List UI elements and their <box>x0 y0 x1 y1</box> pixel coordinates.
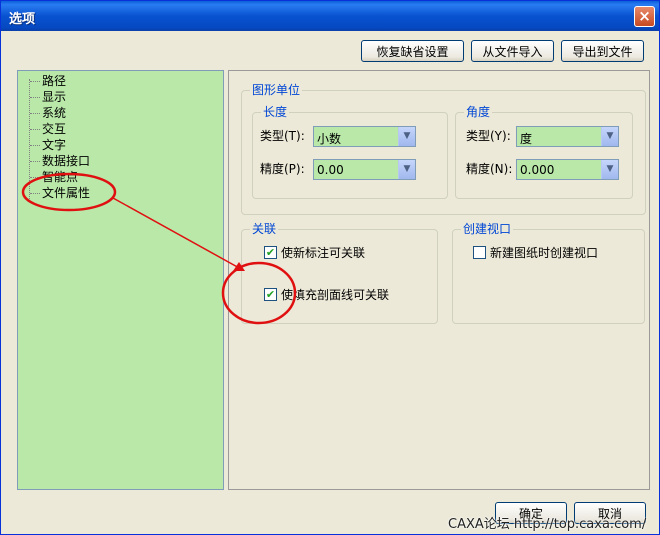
angle-legend: 角度 <box>464 105 493 119</box>
association-group: 关联 ✔ 使新标注可关联 ✔ 使填充剖面线可关联 <box>241 222 438 324</box>
viewport-legend: 创建视口 <box>461 222 514 236</box>
export-file-button[interactable]: 导出到文件 <box>561 40 644 62</box>
restore-defaults-button[interactable]: 恢复缺省设置 <box>361 40 464 62</box>
angle-type-label: 类型(Y): <box>466 129 511 143</box>
tree-item-path[interactable]: 路径 <box>29 74 66 88</box>
angle-precision-label: 精度(N): <box>466 162 513 176</box>
length-group: 长度 类型(T): 小数 ▼ 精度(P): 0.00 ▼ <box>252 105 448 199</box>
length-type-select[interactable]: 小数 ▼ <box>313 126 416 147</box>
associate-hatch-checkbox[interactable]: ✔ <box>264 288 277 301</box>
associate-dimension-checkbox[interactable]: ✔ <box>264 246 277 259</box>
import-file-button[interactable]: 从文件导入 <box>471 40 554 62</box>
title-bar[interactable]: 选项 × <box>1 1 659 31</box>
tree-item-display[interactable]: 显示 <box>29 90 66 104</box>
chevron-down-icon[interactable]: ▼ <box>601 127 618 146</box>
settings-panel: 图形单位 长度 类型(T): 小数 ▼ 精度(P): 0.00 ▼ 角度 类型(… <box>228 70 650 490</box>
create-viewport-label[interactable]: 新建图纸时创建视口 <box>490 246 598 260</box>
angle-precision-select[interactable]: 0.000 ▼ <box>516 159 619 180</box>
chevron-down-icon[interactable]: ▼ <box>398 160 415 179</box>
tree-item-system[interactable]: 系统 <box>29 106 66 120</box>
associate-hatch-label[interactable]: 使填充剖面线可关联 <box>281 288 389 302</box>
tree-item-smart-point[interactable]: 智能点 <box>29 170 78 184</box>
angle-type-value: 度 <box>520 132 533 146</box>
length-precision-select[interactable]: 0.00 ▼ <box>313 159 416 180</box>
tree-item-file-properties[interactable]: 文件属性 <box>29 186 90 200</box>
tree-item-data-interface[interactable]: 数据接口 <box>29 154 90 168</box>
association-legend: 关联 <box>250 222 279 236</box>
associate-dimension-label[interactable]: 使新标注可关联 <box>281 246 365 260</box>
viewport-group: 创建视口 新建图纸时创建视口 <box>452 222 645 324</box>
length-precision-value: 0.00 <box>317 163 344 177</box>
angle-group: 角度 类型(Y): 度 ▼ 精度(N): 0.000 ▼ <box>455 105 633 199</box>
length-type-label: 类型(T): <box>260 129 305 143</box>
close-button[interactable]: × <box>634 6 655 27</box>
tree-item-text[interactable]: 文字 <box>29 138 66 152</box>
window-title: 选项 <box>9 12 36 27</box>
length-precision-label: 精度(P): <box>260 162 305 176</box>
options-tree: 路径 显示 系统 交互 文字 数据接口 智能点 文件属性 <box>17 70 224 490</box>
options-dialog: 选项 × 恢复缺省设置 从文件导入 导出到文件 路径 显示 系统 交互 文字 数… <box>0 0 660 535</box>
graphic-units-legend: 图形单位 <box>250 83 303 97</box>
create-viewport-checkbox[interactable] <box>473 246 486 259</box>
graphic-units-group: 图形单位 长度 类型(T): 小数 ▼ 精度(P): 0.00 ▼ 角度 类型(… <box>241 83 646 215</box>
length-type-value: 小数 <box>317 132 342 146</box>
close-icon: × <box>638 7 651 25</box>
chevron-down-icon[interactable]: ▼ <box>398 127 415 146</box>
tree-item-interact[interactable]: 交互 <box>29 122 66 136</box>
watermark-text: CAXA论坛 http://top.caxa.com/ <box>448 517 647 532</box>
length-legend: 长度 <box>261 105 290 119</box>
chevron-down-icon[interactable]: ▼ <box>601 160 618 179</box>
angle-type-select[interactable]: 度 ▼ <box>516 126 619 147</box>
angle-precision-value: 0.000 <box>520 163 555 177</box>
